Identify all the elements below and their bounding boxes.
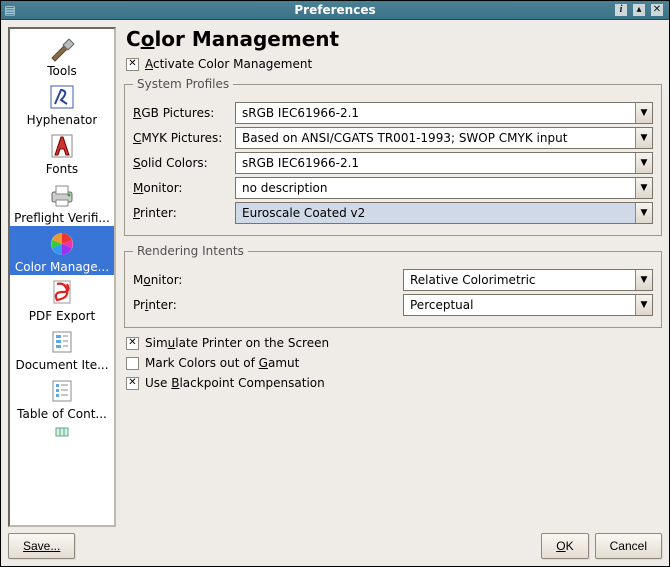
minimize-icon[interactable]: ▴ bbox=[633, 4, 645, 16]
solid-colors-combo[interactable]: sRGB IEC61966-2.1 ▼ bbox=[235, 152, 653, 174]
printer-icon bbox=[46, 179, 78, 211]
fonts-icon bbox=[46, 130, 78, 162]
checkbox-icon[interactable] bbox=[126, 357, 139, 370]
preferences-window: ▤ Preferences i ▴ ✕ Tools Hyphe bbox=[0, 0, 670, 567]
chevron-down-icon[interactable]: ▼ bbox=[635, 270, 652, 290]
blackpoint-label: Use Blackpoint Compensation bbox=[145, 376, 325, 390]
color-management-panel: Color Management Activate Color Manageme… bbox=[124, 27, 662, 527]
document-items-icon bbox=[46, 326, 78, 358]
printer-profile-row: Printer: Euroscale Coated v2 ▼ bbox=[133, 202, 653, 224]
content: Tools Hyphenator Fonts bbox=[1, 20, 669, 566]
chevron-down-icon[interactable]: ▼ bbox=[635, 178, 652, 198]
sidebar-item-tools[interactable]: Tools bbox=[10, 30, 114, 79]
color-wheel-icon bbox=[46, 228, 78, 260]
chevron-down-icon[interactable]: ▼ bbox=[635, 203, 652, 223]
scrapbook-icon bbox=[46, 424, 78, 440]
sidebar-item-preflight[interactable]: Preflight Verifi... bbox=[10, 177, 114, 226]
hammer-icon bbox=[46, 32, 78, 64]
cmyk-pictures-row: CMYK Pictures: Based on ANSI/CGATS TR001… bbox=[133, 127, 653, 149]
monitor-intent-row: Monitor: Relative Colorimetric ▼ bbox=[133, 269, 653, 291]
sidebar-item-label: PDF Export bbox=[29, 309, 95, 323]
window-menu-icon[interactable]: ▤ bbox=[1, 3, 19, 17]
cmyk-pictures-combo[interactable]: Based on ANSI/CGATS TR001-1993; SWOP CMY… bbox=[235, 127, 653, 149]
sidebar-item-hyphenator[interactable]: Hyphenator bbox=[10, 79, 114, 128]
mark-out-of-gamut[interactable]: Mark Colors out of Gamut bbox=[126, 356, 662, 370]
titlebar[interactable]: ▤ Preferences i ▴ ✕ bbox=[1, 1, 669, 20]
chevron-down-icon[interactable]: ▼ bbox=[635, 153, 652, 173]
printer-profile-combo[interactable]: Euroscale Coated v2 ▼ bbox=[235, 202, 653, 224]
main-row: Tools Hyphenator Fonts bbox=[8, 27, 662, 527]
sidebar-item-label: Table of Cont... bbox=[17, 407, 107, 421]
sidebar-item-label: Hyphenator bbox=[27, 113, 98, 127]
pdf-icon bbox=[46, 277, 78, 309]
use-blackpoint-compensation[interactable]: Use Blackpoint Compensation bbox=[126, 376, 662, 390]
cmyk-pictures-label: CMYK Pictures: bbox=[133, 131, 235, 145]
rgb-pictures-combo[interactable]: sRGB IEC61966-2.1 ▼ bbox=[235, 102, 653, 124]
monitor-profile-label: Monitor: bbox=[133, 181, 235, 195]
printer-intent-combo[interactable]: Perceptual ▼ bbox=[403, 294, 653, 316]
printer-profile-label: Printer: bbox=[133, 206, 235, 220]
sidebar-item-label: Preflight Verifi... bbox=[14, 211, 110, 225]
sidebar-item-label: Document Ite... bbox=[15, 358, 108, 372]
rendering-intents-legend: Rendering Intents bbox=[133, 244, 248, 258]
checkbox-icon[interactable] bbox=[126, 58, 139, 71]
solid-colors-row: Solid Colors: sRGB IEC61966-2.1 ▼ bbox=[133, 152, 653, 174]
system-profiles-group: System Profiles RGB Pictures: sRGB IEC61… bbox=[124, 77, 662, 236]
window-title: Preferences bbox=[1, 3, 669, 17]
simulate-printer-on-screen[interactable]: Simulate Printer on the Screen bbox=[126, 336, 662, 350]
chevron-down-icon[interactable]: ▼ bbox=[635, 128, 652, 148]
monitor-profile-row: Monitor: no description ▼ bbox=[133, 177, 653, 199]
activate-label: Activate Color Management bbox=[145, 57, 312, 71]
sidebar-item-label: Tools bbox=[47, 64, 77, 78]
checkbox-icon[interactable] bbox=[126, 377, 139, 390]
rendering-intents-group: Rendering Intents Monitor: Relative Colo… bbox=[124, 244, 662, 328]
sidebar-item-toc[interactable]: Table of Cont... bbox=[10, 373, 114, 422]
sidebar-item-color-management[interactable]: Color Manage... bbox=[10, 226, 114, 275]
monitor-intent-combo[interactable]: Relative Colorimetric ▼ bbox=[403, 269, 653, 291]
rgb-pictures-row: RGB Pictures: sRGB IEC61966-2.1 ▼ bbox=[133, 102, 653, 124]
sidebar-item-label: Fonts bbox=[46, 162, 78, 176]
sidebar-item-label: Color Manage... bbox=[15, 260, 109, 274]
sidebar-item-fonts[interactable]: Fonts bbox=[10, 128, 114, 177]
sidebar: Tools Hyphenator Fonts bbox=[8, 27, 116, 527]
system-profiles-legend: System Profiles bbox=[133, 77, 233, 91]
monitor-profile-combo[interactable]: no description ▼ bbox=[235, 177, 653, 199]
help-icon[interactable]: i bbox=[615, 4, 627, 16]
sidebar-item-more[interactable] bbox=[10, 422, 114, 441]
cancel-button[interactable]: Cancel bbox=[595, 533, 662, 559]
toc-icon bbox=[46, 375, 78, 407]
simulate-label: Simulate Printer on the Screen bbox=[145, 336, 329, 350]
button-row: Save... OK Cancel bbox=[8, 533, 662, 559]
sidebar-item-document-items[interactable]: Document Ite... bbox=[10, 324, 114, 373]
checkbox-icon[interactable] bbox=[126, 337, 139, 350]
printer-intent-label: Printer: bbox=[133, 298, 403, 312]
monitor-intent-label: Monitor: bbox=[133, 273, 403, 287]
sidebar-item-pdf-export[interactable]: PDF Export bbox=[10, 275, 114, 324]
printer-intent-row: Printer: Perceptual ▼ bbox=[133, 294, 653, 316]
activate-color-management[interactable]: Activate Color Management bbox=[126, 57, 662, 71]
panel-title: Color Management bbox=[126, 27, 662, 51]
solid-colors-label: Solid Colors: bbox=[133, 156, 235, 170]
close-icon[interactable]: ✕ bbox=[651, 4, 663, 16]
save-button[interactable]: Save... bbox=[8, 533, 75, 559]
hyphenator-icon bbox=[46, 81, 78, 113]
rgb-pictures-label: RGB Pictures: bbox=[133, 106, 235, 120]
chevron-down-icon[interactable]: ▼ bbox=[635, 295, 652, 315]
titlebar-controls: i ▴ ✕ bbox=[615, 4, 669, 16]
chevron-down-icon[interactable]: ▼ bbox=[635, 103, 652, 123]
ok-button[interactable]: OK bbox=[541, 533, 588, 559]
mark-label: Mark Colors out of Gamut bbox=[145, 356, 299, 370]
